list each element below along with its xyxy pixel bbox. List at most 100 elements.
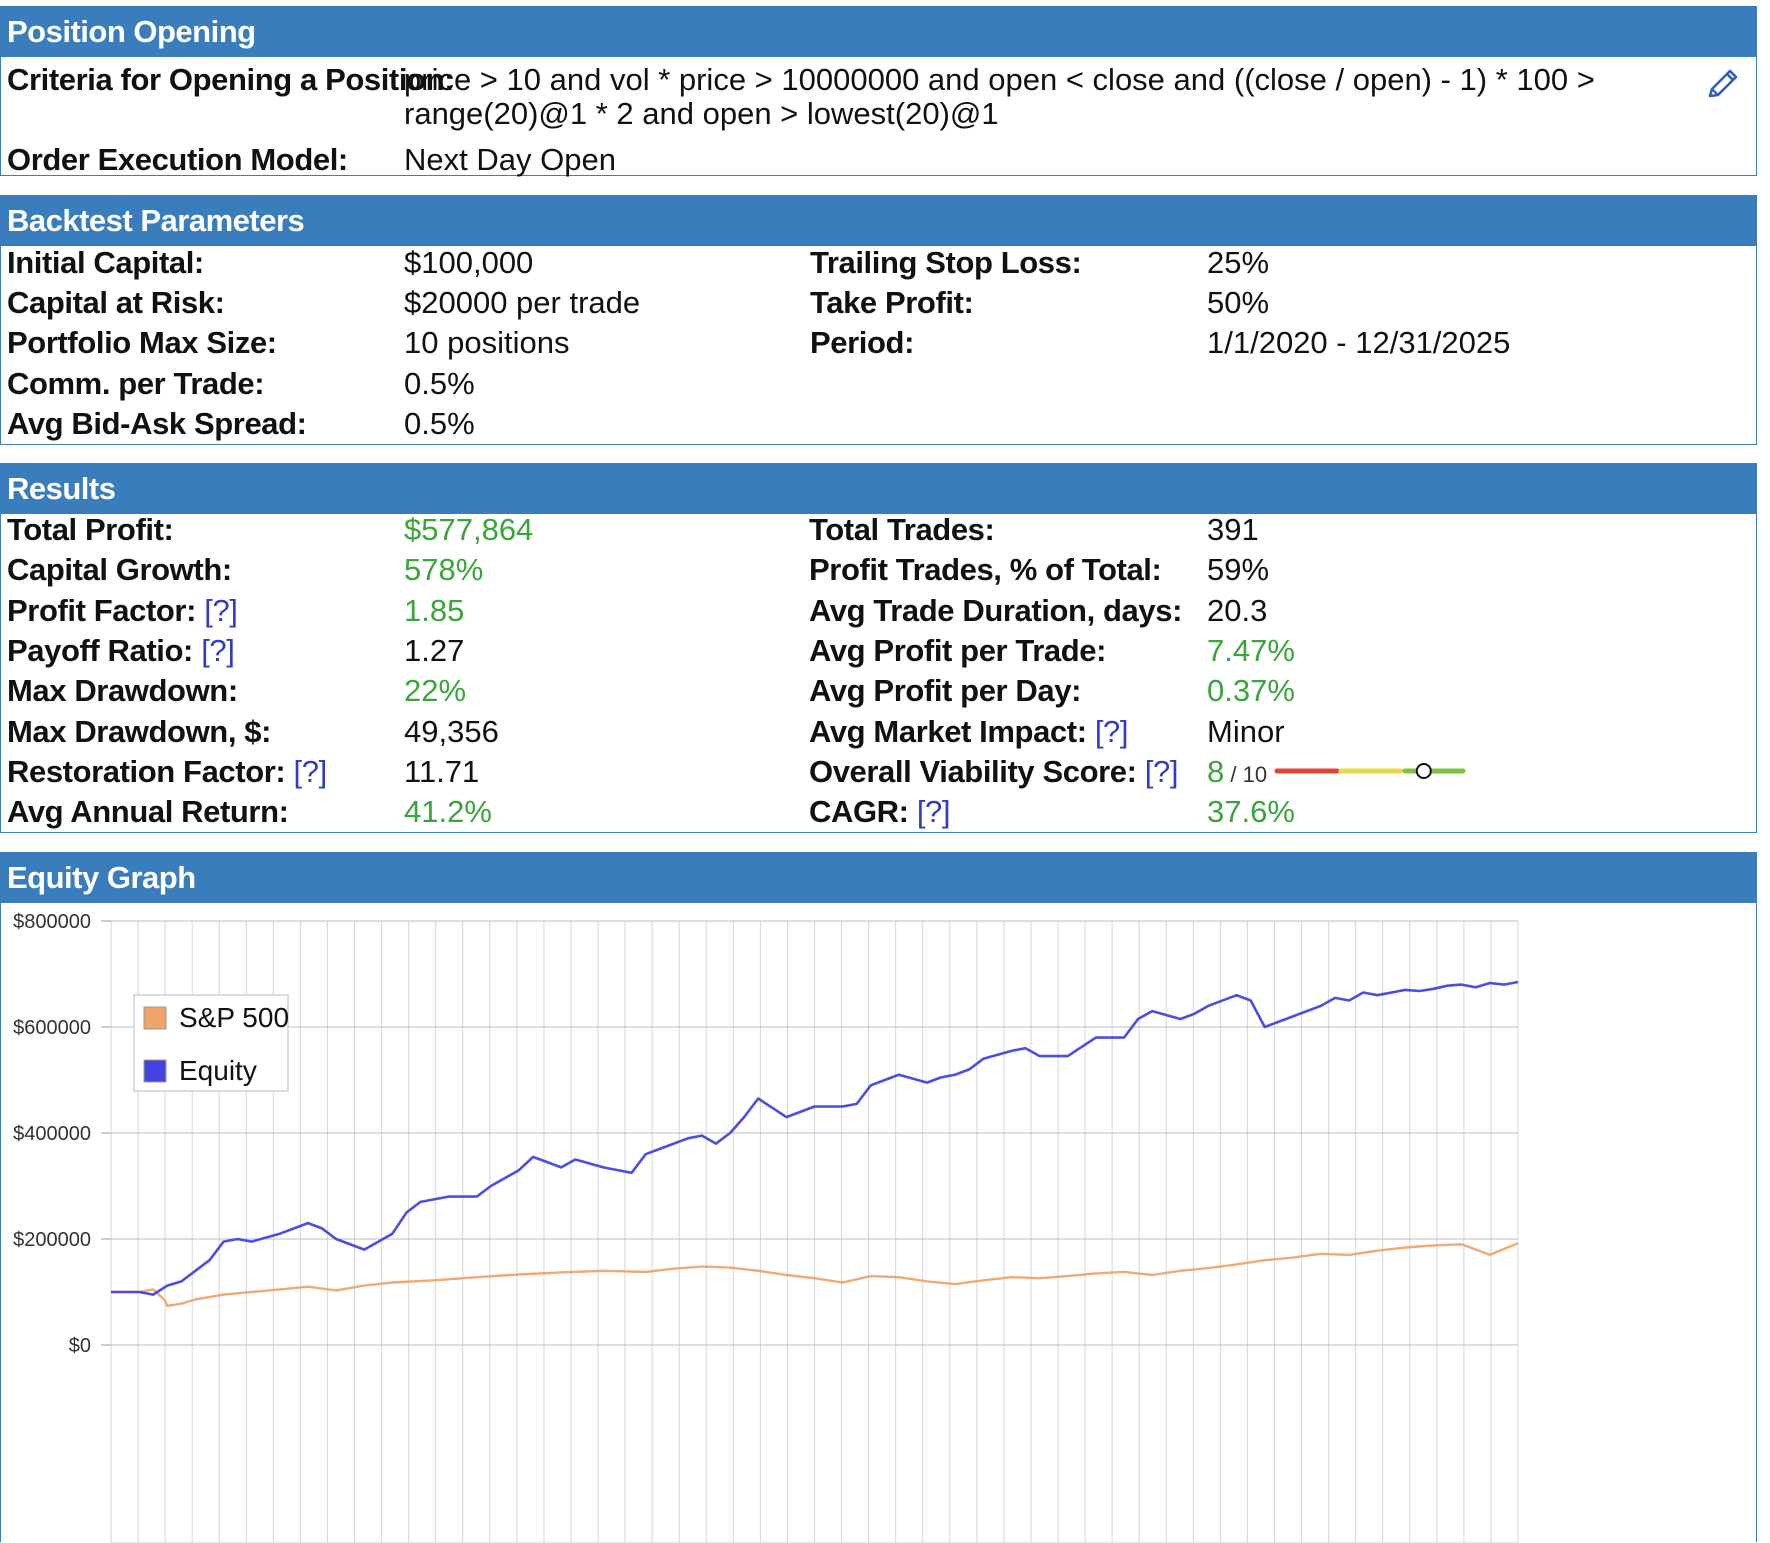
backtest-left-label-text-3: Comm. per Trade: <box>7 365 265 401</box>
results-left-value-text-4: 22% <box>404 673 467 709</box>
results-right-label-text-4: Avg Profit per Day: <box>809 673 1082 709</box>
backtest-left-value-text-2: 10 positions <box>404 325 570 361</box>
results-left-label-0: Total Profit: <box>7 511 174 549</box>
results-right-label-6: Overall Viability Score: [?] <box>809 753 1178 791</box>
backtest-right-value-text-0: 25% <box>1207 245 1270 280</box>
results-right-label-3: Avg Profit per Trade: <box>809 632 1106 670</box>
results-right-value-4: 0.37% <box>1207 672 1295 710</box>
y-tick-label: $800000 <box>13 911 91 933</box>
results-right-help-link-5[interactable]: [?] <box>1095 714 1129 749</box>
backtest-left-label-text-1: Capital at Risk: <box>7 285 225 321</box>
results-left-value-7: 41.2% <box>404 793 492 831</box>
backtest-right-value-text-2: 1/1/2020 - 12/31/2025 <box>1207 325 1511 361</box>
y-tick-label: $0 <box>69 1335 91 1357</box>
results-left-value-0: $577,864 <box>404 511 533 549</box>
backtest-left-value-2: 10 positions <box>404 324 569 362</box>
y-tick-label: $400000 <box>13 1123 91 1145</box>
position-opening-panel: Position Opening Criteria for Opening a … <box>0 6 1757 177</box>
results-left-value-text-0: $577,864 <box>404 512 534 547</box>
execution-label: Order Execution Model: <box>7 142 348 177</box>
results-left-help-link-6[interactable]: [?] <box>294 754 328 789</box>
results-right-value-text-2: 20.3 <box>1207 592 1268 628</box>
backtest-right-label-1: Take Profit: <box>810 284 974 322</box>
results-left-label-text-7: Avg Annual Return: <box>7 794 289 830</box>
equity-graph-title: Equity Graph <box>1 853 1756 903</box>
results-left-label-text-5: Max Drawdown, $: <box>7 713 272 749</box>
results-left-label-text-3: Payoff Ratio: <box>7 632 193 668</box>
backtest-left-label-text-2: Portfolio Max Size: <box>7 325 277 361</box>
results-right-value-text-4: 0.37% <box>1207 673 1295 709</box>
backtest-left-value-1: $20000 per trade <box>404 284 640 322</box>
results-right-label-text-6: Overall Viability Score: <box>809 753 1137 789</box>
results-right-help-link-7[interactable]: [?] <box>917 794 951 829</box>
execution-value: Next Day Open <box>404 142 616 177</box>
results-right-label-5: Avg Market Impact: [?] <box>809 713 1129 751</box>
backtest-right-label-text-2: Period: <box>810 325 914 361</box>
results-right-label-2: Avg Trade Duration, days: <box>809 592 1182 630</box>
results-right-help-link-6[interactable]: [?] <box>1145 754 1179 789</box>
results-right-label-text-0: Total Trades: <box>809 512 995 547</box>
results-left-value-5: 49,356 <box>404 713 499 751</box>
results-right-value-text-7: 37.6% <box>1207 794 1295 830</box>
position-opening-title: Position Opening <box>1 7 1756 57</box>
backtest-right-label-text-0: Trailing Stop Loss: <box>810 245 1082 280</box>
backtest-left-label-1: Capital at Risk: <box>7 284 225 322</box>
backtest-left-value-4: 0.5% <box>404 405 475 443</box>
results-left-value-text-2: 1.85 <box>404 592 465 628</box>
results-left-label-text-1: Capital Growth: <box>7 552 232 588</box>
results-left-label-7: Avg Annual Return: <box>7 793 289 831</box>
legend-swatch-0 <box>143 1006 167 1030</box>
backtest-left-value-3: 0.5% <box>404 365 475 403</box>
viability-score-bar <box>1274 763 1466 779</box>
results-left-label-text-0: Total Profit: <box>7 512 174 547</box>
results-left-label-6: Restoration Factor: [?] <box>7 753 327 791</box>
backtest-right-value-1: 50% <box>1207 284 1269 322</box>
results-right-label-0: Total Trades: <box>809 511 995 549</box>
legend-swatch-1 <box>143 1059 167 1083</box>
results-left-value-3: 1.27 <box>404 632 464 670</box>
results-left-label-3: Payoff Ratio: [?] <box>7 632 235 670</box>
backtest-panel: Backtest Parameters Initial Capital: $100… <box>0 195 1757 445</box>
results-right-value-2: 20.3 <box>1207 592 1267 630</box>
results-left-help-link-2[interactable]: [?] <box>204 593 238 628</box>
results-right-value-text-5: Minor <box>1207 713 1285 749</box>
equity-chart: $800000 $600000 $400000 $200000 $0 S&P 500 Equ… <box>13 911 1519 1543</box>
results-right-value-0: 391 <box>1207 511 1259 549</box>
results-left-value-text-5: 49,356 <box>404 713 499 749</box>
results-right-value-text-3: 7.47% <box>1207 632 1295 668</box>
backtest-left-value-text-0: $100,000 <box>404 245 534 280</box>
criteria-line-1: price > 10 and vol * price > 10000000 an… <box>404 62 1595 97</box>
results-right-value-1: 59% <box>1207 551 1269 589</box>
results-title: Results <box>1 464 1756 514</box>
backtest-left-value-0: $100,000 <box>404 244 533 282</box>
results-right-value-7: 37.6% <box>1207 793 1295 831</box>
backtest-right-label-text-1: Take Profit: <box>810 285 974 321</box>
results-left-value-text-3: 1.27 <box>404 632 465 668</box>
backtest-left-label-text-0: Initial Capital: <box>7 245 204 280</box>
results-left-label-1: Capital Growth: <box>7 551 232 589</box>
backtest-left-label-text-4: Avg Bid-Ask Spread: <box>7 405 307 441</box>
results-right-value-text-0: 391 <box>1207 512 1259 547</box>
results-left-help-link-3[interactable]: [?] <box>201 633 235 668</box>
results-right-label-7: CAGR: [?] <box>809 793 951 831</box>
backtest-right-value-text-1: 50% <box>1207 285 1270 321</box>
results-left-value-2: 1.85 <box>404 592 464 630</box>
backtest-left-value-text-3: 0.5% <box>404 365 475 401</box>
results-right-value-5: Minor <box>1207 713 1285 751</box>
results-right-value-text-1: 59% <box>1207 552 1270 588</box>
results-right-label-text-3: Avg Profit per Trade: <box>809 632 1107 668</box>
backtest-left-value-text-1: $20000 per trade <box>404 285 641 321</box>
backtest-left-label-2: Portfolio Max Size: <box>7 324 277 362</box>
y-tick-label: $600000 <box>13 1017 91 1039</box>
backtest-left-label-4: Avg Bid-Ask Spread: <box>7 405 307 443</box>
results-right-label-text-1: Profit Trades, % of Total: <box>809 552 1162 588</box>
results-left-label-text-2: Profit Factor: <box>7 592 197 628</box>
backtest-left-label-0: Initial Capital: <box>7 244 204 282</box>
pencil-icon[interactable] <box>1702 65 1742 105</box>
backtest-title: Backtest Parameters <box>1 196 1756 246</box>
results-left-value-text-7: 41.2% <box>404 794 492 830</box>
legend-label-0: S&P 500 <box>179 1002 289 1033</box>
results-left-value-text-1: 578% <box>404 552 484 588</box>
results-right-value-6: 8 / 10 <box>1207 753 1267 794</box>
equity-graph-panel: Equity Graph $800000 $600000 $400000 $20000… <box>0 852 1757 1543</box>
